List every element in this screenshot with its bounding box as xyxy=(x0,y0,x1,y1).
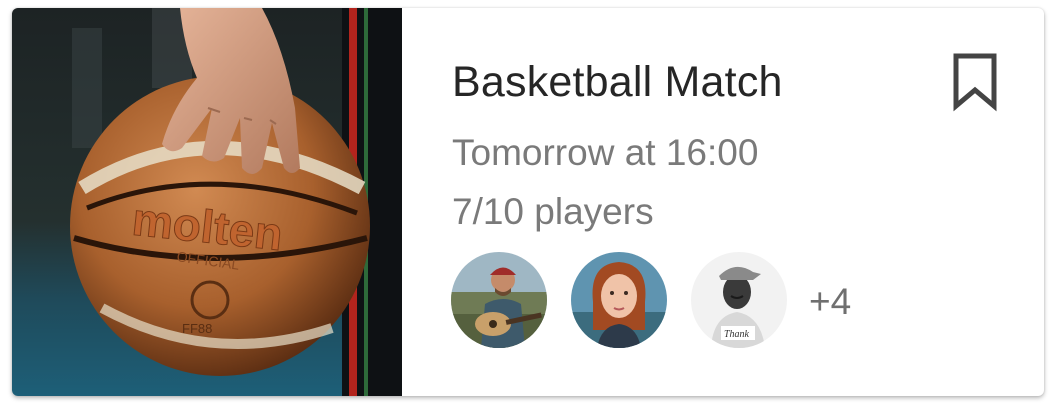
avatar-guitar-player[interactable] xyxy=(451,252,547,348)
avatar-red-haired-woman[interactable] xyxy=(571,252,667,348)
card-content: Basketball Match Tomorrow at 16:00 7/10 … xyxy=(402,8,1044,396)
svg-text:FF88: FF88 xyxy=(182,321,212,336)
avatar-man-with-cap[interactable]: Thank xyxy=(691,252,787,348)
event-card[interactable]: molten OFFICIAL FF88 Basketball Match To… xyxy=(12,8,1044,396)
more-players-count[interactable]: +4 xyxy=(809,281,851,323)
players-count: 7/10 players xyxy=(452,191,654,232)
event-time: Tomorrow at 16:00 xyxy=(452,132,759,173)
basketball-photo: molten OFFICIAL FF88 xyxy=(12,8,402,396)
bookmark-icon[interactable] xyxy=(950,52,1000,112)
event-title: Basketball Match xyxy=(452,58,783,106)
svg-text:Thank: Thank xyxy=(724,329,750,340)
